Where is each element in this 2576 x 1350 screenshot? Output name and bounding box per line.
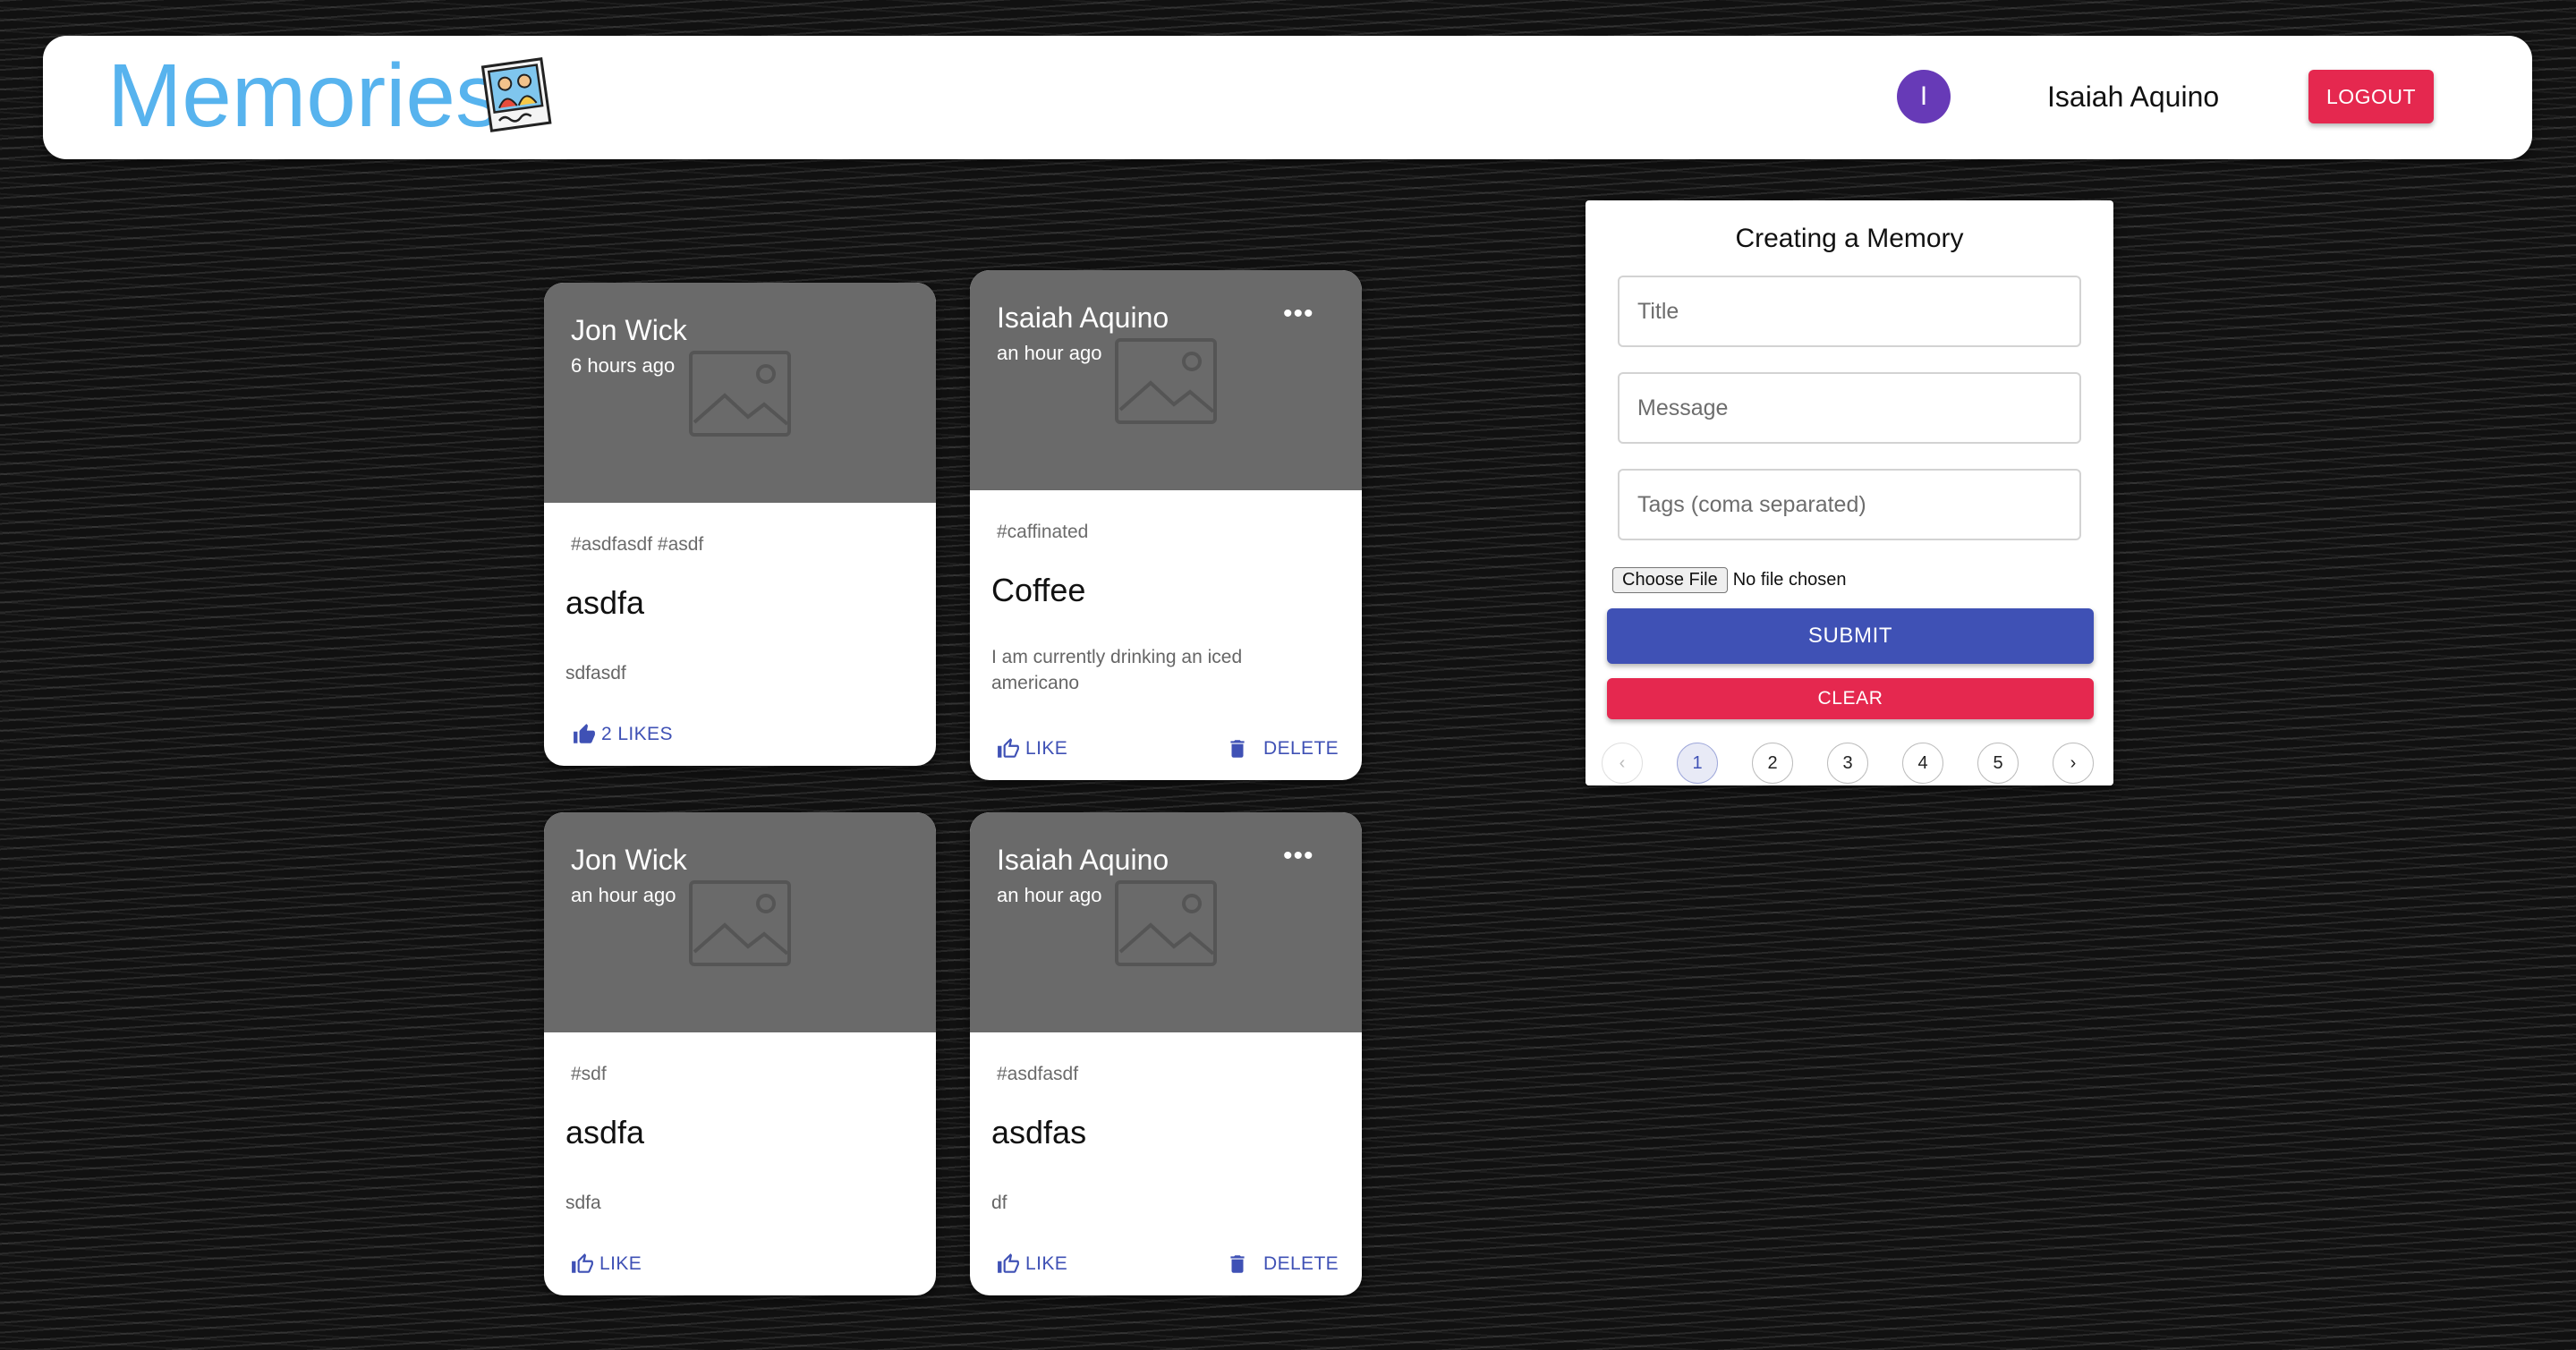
post-author: Jon Wick [571, 314, 687, 346]
form-title: Creating a Memory [1735, 224, 1964, 253]
post-tags: #sdf [571, 1064, 607, 1084]
brand-title[interactable]: Memories [107, 47, 500, 145]
delete-label: DELETE [1263, 738, 1339, 759]
page-2-button[interactable]: 2 [1752, 743, 1793, 784]
post-message: sdfa [565, 1193, 601, 1213]
post-time: an hour ago [571, 884, 676, 906]
post-author: Isaiah Aquino [997, 301, 1169, 334]
delete-button[interactable]: DELETE [1226, 1252, 1339, 1276]
more-options-button[interactable]: ••• [1283, 301, 1314, 327]
photo-icon [480, 57, 552, 132]
trash-icon [1230, 740, 1245, 758]
like-label: LIKE [1025, 1253, 1068, 1274]
like-label: LIKE [1025, 738, 1068, 759]
post-time: an hour ago [997, 884, 1102, 906]
post-author: Isaiah Aquino [997, 844, 1169, 876]
post-title: asdfa [565, 1114, 645, 1150]
image-placeholder-icon [1115, 338, 1217, 424]
post-tags: #asdfasdf #asdf [571, 534, 704, 555]
logout-button[interactable]: LOGOUT [2308, 70, 2434, 123]
post-message: sdfasdf [565, 663, 626, 683]
previous-page-button[interactable]: ‹ [1602, 743, 1643, 784]
avatar[interactable]: I [1897, 70, 1951, 123]
trash-icon [1230, 1255, 1245, 1273]
post-tags: #asdfasdf [997, 1064, 1079, 1084]
image-placeholder-icon [689, 351, 791, 437]
post-time: 6 hours ago [571, 354, 676, 377]
message-input[interactable] [1618, 372, 2081, 444]
like-button[interactable]: LIKE [997, 1252, 1067, 1276]
post-card: Isaiah Aquino an hour ago ••• #asdfasdf … [970, 812, 1362, 1295]
post-message: I am currently drinking an iced american… [991, 647, 1243, 693]
post-tags: #caffinated [997, 522, 1089, 542]
create-memory-form: Creating a Memory Choose File No file ch… [1586, 200, 2113, 785]
image-placeholder-icon [689, 880, 791, 966]
choose-file-button[interactable]: Choose File [1612, 567, 1728, 593]
post-title: Coffee [991, 572, 1086, 608]
thumb-up-icon [574, 724, 595, 743]
app-bar: Memories I Isaiah Aquino LOGOUT [43, 36, 2532, 159]
delete-button[interactable]: DELETE [1226, 737, 1339, 760]
like-button[interactable]: LIKE [997, 737, 1067, 760]
like-label: 2 LIKES [601, 724, 673, 744]
file-picker: Choose File No file chosen [1612, 567, 1846, 593]
page-4-button[interactable]: 4 [1902, 743, 1943, 784]
clear-button[interactable]: CLEAR [1607, 678, 2094, 719]
post-card: Jon Wick an hour ago #sdf asdfa sdfa LIK… [544, 812, 936, 1295]
next-page-button[interactable]: › [2053, 743, 2094, 784]
post-author: Jon Wick [571, 844, 687, 876]
username: Isaiah Aquino [2047, 81, 2220, 113]
submit-button[interactable]: SUBMIT [1607, 608, 2094, 664]
file-status: No file chosen [1732, 570, 1847, 590]
delete-label: DELETE [1263, 1253, 1339, 1274]
post-title: asdfas [991, 1114, 1087, 1150]
post-time: an hour ago [997, 342, 1102, 364]
like-button[interactable]: 2 LIKES [573, 723, 673, 746]
image-placeholder-icon [1115, 880, 1217, 966]
title-input[interactable] [1618, 276, 2081, 347]
pagination: ‹ 1 2 3 4 5 › [1586, 741, 2113, 785]
page-5-button[interactable]: 5 [1977, 743, 2019, 784]
post-title: asdfa [565, 584, 645, 621]
tags-input[interactable] [1618, 469, 2081, 540]
thumb-up-outline-icon [572, 1253, 593, 1273]
post-message: df [991, 1193, 1007, 1213]
like-label: LIKE [599, 1253, 642, 1274]
like-button[interactable]: LIKE [571, 1252, 642, 1276]
page-3-button[interactable]: 3 [1827, 743, 1868, 784]
post-card: Jon Wick 6 hours ago #asdfasdf #asdf asd… [544, 283, 936, 766]
post-card: Isaiah Aquino an hour ago ••• #caffinate… [970, 270, 1362, 780]
page-1-button[interactable]: 1 [1677, 743, 1718, 784]
more-options-button[interactable]: ••• [1283, 843, 1314, 870]
thumb-up-outline-icon [998, 1253, 1019, 1273]
thumb-up-outline-icon [998, 738, 1019, 758]
